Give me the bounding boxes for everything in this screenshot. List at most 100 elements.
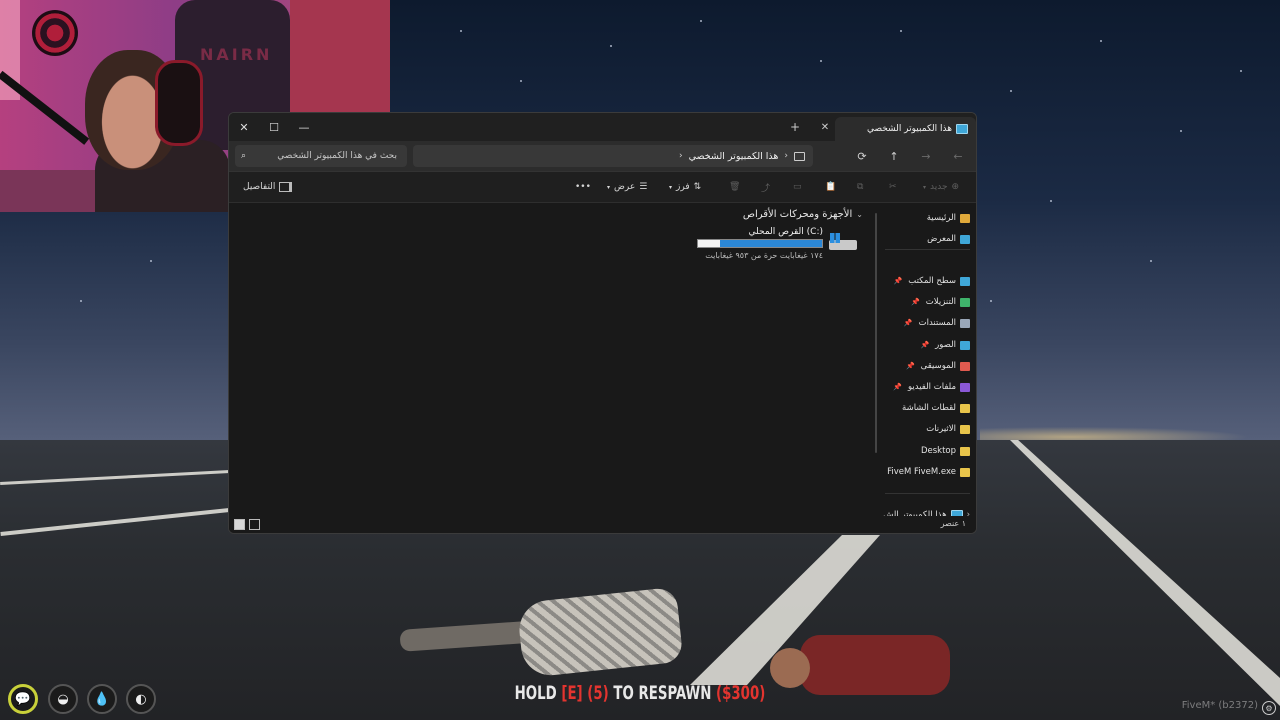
sort-icon: ⇅ bbox=[693, 182, 702, 192]
sidebar-item-label: ملفات الفيديو bbox=[908, 382, 956, 392]
chevron-down-icon: ▾ bbox=[607, 183, 611, 191]
maximize-button[interactable]: ☐ bbox=[259, 113, 289, 141]
breadcrumb-this-pc[interactable]: هذا الكمبيوتر الشخصي bbox=[689, 151, 779, 162]
hunger-icon: ◒ bbox=[48, 684, 78, 714]
pictures-icon bbox=[960, 340, 970, 350]
group-title: الأجهزة ومحركات الأقراص bbox=[742, 209, 853, 220]
desktop-icon bbox=[960, 276, 970, 286]
respawn-key: [E] bbox=[561, 682, 583, 704]
pane-divider[interactable] bbox=[875, 213, 877, 453]
back-button[interactable]: ← bbox=[947, 145, 969, 167]
sidebar-item-4[interactable]: 📌 المستندات bbox=[904, 314, 970, 332]
drive-free-space: ١٧٤ غيغابايت حرة من ٩٥٣ غيغابايت bbox=[705, 251, 823, 260]
paste-icon[interactable]: 📋 bbox=[825, 172, 836, 202]
sidebar-item-3[interactable]: 📌 التنزيلات bbox=[911, 293, 970, 311]
command-bar: التفاصيل ••• ▾ عرض ☰ ▾ فرز ⇅ 🗑 ⤴ ▭ 📋 ⧉ ✂… bbox=[229, 172, 976, 203]
respawn-cost: ($300) bbox=[716, 682, 766, 704]
details-button[interactable]: التفاصيل bbox=[243, 172, 293, 202]
details-pane-icon bbox=[279, 182, 293, 192]
new-tab-button[interactable]: + bbox=[787, 117, 803, 137]
monitor-icon bbox=[794, 151, 805, 161]
sidebar-item-label: الصور bbox=[935, 340, 956, 350]
refresh-button[interactable]: ⟳ bbox=[851, 145, 873, 167]
sidebar-item-8[interactable]: لقطات الشاشة bbox=[902, 399, 970, 417]
close-window-button[interactable]: ✕ bbox=[229, 113, 259, 141]
details-view-button[interactable] bbox=[249, 519, 260, 530]
this-pc-icon bbox=[956, 124, 968, 134]
view-button[interactable]: ▾ عرض ☰ bbox=[607, 172, 647, 202]
search-placeholder: بحث في هذا الكمبيوتر الشخصي bbox=[277, 151, 397, 161]
drive-usage-fill bbox=[720, 240, 822, 247]
forward-button[interactable]: → bbox=[915, 145, 937, 167]
sidebar-item-1[interactable]: المعرض bbox=[927, 230, 970, 248]
tab-this-pc[interactable]: هذا الكمبيوتر الشخصي bbox=[835, 117, 976, 141]
sidebar-item-label: لقطات الشاشة bbox=[902, 403, 956, 413]
pin-icon: 📌 bbox=[903, 319, 913, 327]
home-icon bbox=[960, 213, 970, 223]
cut-icon[interactable]: ✂ bbox=[889, 172, 897, 202]
download-icon bbox=[960, 297, 970, 307]
respawn-hold: HOLD bbox=[514, 682, 562, 704]
headset bbox=[155, 60, 203, 146]
sidebar-item-2[interactable]: 📌 سطح المكتب bbox=[894, 272, 970, 290]
pin-icon: 📌 bbox=[893, 277, 903, 285]
rename-icon[interactable]: ▭ bbox=[793, 172, 802, 202]
video-icon bbox=[960, 382, 970, 392]
sidebar-item-label: المستندات bbox=[918, 318, 956, 328]
settings-icon: ⚙ bbox=[1262, 701, 1276, 715]
sort-label: فرز bbox=[676, 182, 690, 192]
folder-icon bbox=[960, 424, 970, 434]
drive-name: القرص المحلي (C:) bbox=[748, 227, 823, 237]
music-icon bbox=[960, 361, 970, 371]
sidebar-item-label: الرئيسية bbox=[926, 213, 956, 223]
sort-button[interactable]: ▾ فرز ⇅ bbox=[669, 172, 701, 202]
up-button[interactable]: ↑ bbox=[883, 145, 905, 167]
close-tab-button[interactable]: ✕ bbox=[817, 117, 833, 137]
folder-icon bbox=[960, 467, 970, 477]
sidebar-item-0[interactable]: الرئيسية bbox=[927, 209, 970, 227]
breadcrumb[interactable]: › هذا الكمبيوتر الشخصي › bbox=[413, 145, 813, 167]
sidebar-item-label: سطح المكتب bbox=[908, 276, 956, 286]
delete-icon[interactable]: 🗑 bbox=[729, 172, 740, 202]
large-icons-view-button[interactable] bbox=[234, 519, 245, 530]
sidebar-item-5[interactable]: 📌 الصور bbox=[920, 336, 970, 354]
pin-icon: 📌 bbox=[893, 383, 902, 391]
minimize-button[interactable]: — bbox=[289, 113, 319, 141]
view-label: عرض bbox=[614, 182, 636, 192]
respawn-timer: (5) bbox=[587, 682, 609, 704]
new-label: جديد bbox=[930, 182, 948, 192]
sidebar-item-label: الاثيرنات bbox=[926, 424, 956, 434]
file-view: الأجهزة ومحركات الأقراص ⌄ القرص المحلي (… bbox=[229, 203, 869, 516]
item-count: ١ عنصر bbox=[940, 519, 966, 528]
address-bar: ⌕ بحث في هذا الكمبيوتر الشخصي › هذا الكم… bbox=[229, 141, 976, 172]
status-bar: ١ عنصر bbox=[229, 516, 976, 533]
document-icon bbox=[960, 318, 970, 328]
drive-c[interactable]: القرص المحلي (C:) ١٧٤ غيغابايت حرة من ٩٥… bbox=[687, 227, 857, 263]
sidebar-item-label: الموسيقى bbox=[920, 361, 956, 371]
chevron-down-icon: ▾ bbox=[923, 183, 927, 191]
devices-group-header[interactable]: الأجهزة ومحركات الأقراص ⌄ bbox=[743, 209, 863, 220]
sidebar-item-9[interactable]: الاثيرنات bbox=[926, 420, 970, 438]
chevron-down-icon: ▾ bbox=[669, 183, 673, 191]
chevron-left-icon: › bbox=[679, 151, 683, 161]
sidebar-item-10[interactable]: Desktop bbox=[921, 442, 970, 460]
sidebar-item-6[interactable]: 📌 الموسيقى bbox=[906, 357, 970, 375]
more-button[interactable]: ••• bbox=[575, 172, 591, 202]
new-button[interactable]: ▾ جديد ⊕ bbox=[923, 172, 959, 202]
pin-icon: 📌 bbox=[911, 298, 920, 306]
drive-icon bbox=[829, 233, 857, 251]
tab-title: هذا الكمبيوتر الشخصي bbox=[866, 124, 952, 134]
search-icon: ⌕ bbox=[241, 151, 247, 161]
chair-logo: NAIRN bbox=[200, 45, 273, 64]
gallery-icon bbox=[960, 234, 970, 244]
share-icon[interactable]: ⤴ bbox=[761, 172, 770, 202]
sidebar-item-label: Desktop bbox=[920, 446, 956, 456]
sidebar-item-7[interactable]: 📌 ملفات الفيديو bbox=[893, 378, 970, 396]
navigation-pane: هذا الكمبيوتر الش › الرئيسية المعرض 📌 سطح ا… bbox=[879, 203, 976, 523]
sidebar-item-11[interactable]: FiveM FiveM.exe bbox=[887, 463, 970, 481]
copy-icon[interactable]: ⧉ bbox=[857, 172, 863, 202]
nav-separator bbox=[885, 493, 970, 494]
pin-icon: 📌 bbox=[920, 341, 930, 349]
file-explorer-window: ✕ ☐ — + ✕ هذا الكمبيوتر الشخصي ⌕ بحث في … bbox=[228, 112, 977, 534]
search-input[interactable]: ⌕ بحث في هذا الكمبيوتر الشخصي bbox=[235, 145, 407, 167]
